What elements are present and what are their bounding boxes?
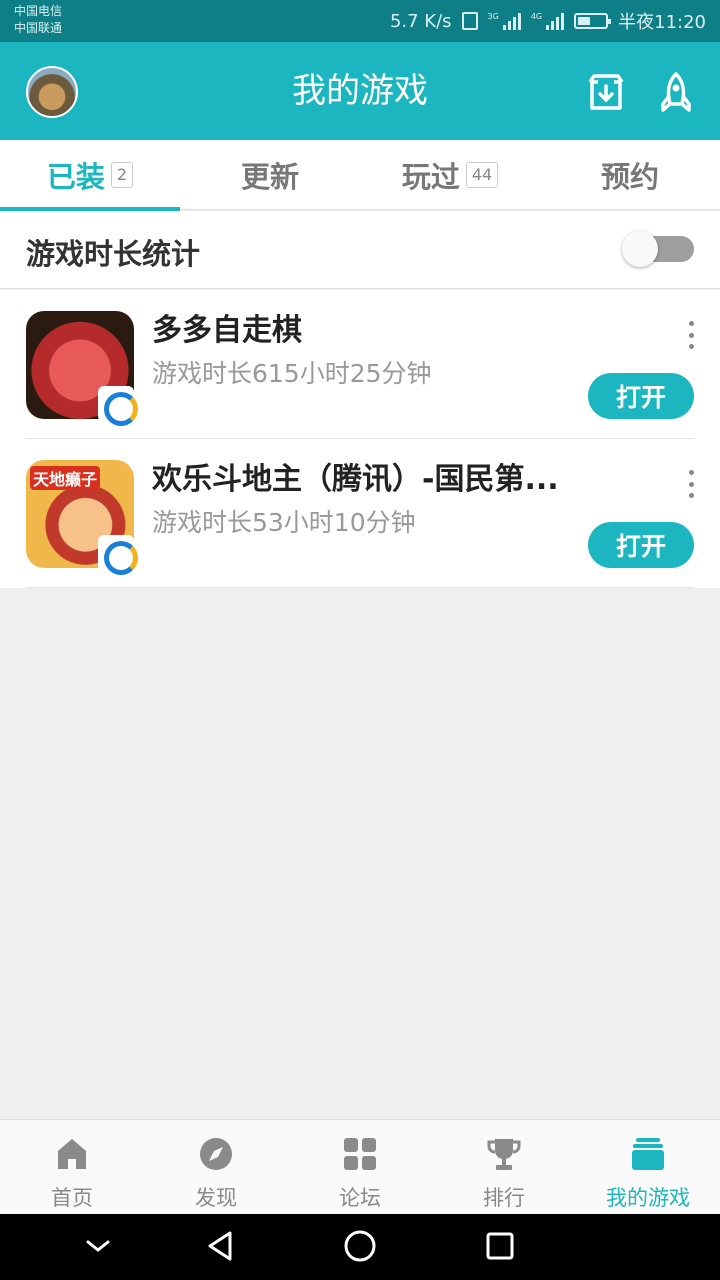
tab-count-badge: 44 (465, 162, 499, 188)
tab-label: 玩过 (401, 160, 460, 194)
tab-label: 预约 (600, 160, 659, 194)
battery-icon (574, 13, 612, 29)
status-indicators: 5.7 K/s 3G 4G 半夜11:20 (390, 0, 706, 42)
nav-label: 我的游戏 (606, 1186, 690, 1210)
network-speed: 5.7 K/s (389, 10, 452, 32)
nav-item-my-games[interactable]: 我的游戏 (576, 1120, 720, 1215)
home-circle-icon[interactable] (342, 1228, 378, 1264)
tencent-badge-icon (98, 535, 138, 575)
nav-label: 论坛 (339, 1186, 381, 1210)
grid-icon (344, 1138, 376, 1170)
divider (26, 587, 694, 588)
status-bar: 中国电信 中国联通 5.7 K/s 3G 4G 半夜11:20 (0, 0, 720, 42)
game-name: 欢乐斗地主（腾讯）-国民第... (152, 462, 559, 497)
app-header: 我的游戏 (0, 42, 720, 140)
tencent-badge-icon (98, 386, 138, 426)
playtime-stats-label: 游戏时长统计 (26, 237, 201, 271)
home-icon (58, 1139, 86, 1169)
list-item[interactable]: 多多自走棋 游戏时长615小时25分钟 打开 (0, 290, 720, 439)
signal-3g-icon: 3G (488, 12, 521, 30)
clock: 半夜11:20 (618, 12, 706, 33)
playtime-stats-row: 游戏时长统计 (0, 211, 720, 289)
game-box-icon (632, 1138, 664, 1170)
recents-icon[interactable] (482, 1228, 518, 1264)
game-playtime: 游戏时长53小时10分钟 (152, 508, 416, 537)
open-button[interactable]: 打开 (588, 522, 694, 568)
carrier-2: 中国联通 (14, 21, 63, 35)
open-button[interactable]: 打开 (588, 373, 694, 419)
battery-level (578, 17, 591, 25)
nav-item-home[interactable]: 首页 (0, 1120, 144, 1215)
signal-4g-icon: 4G (530, 12, 565, 30)
carrier-1: 中国电信 (14, 4, 63, 18)
toggle-knob[interactable] (622, 231, 658, 267)
compass-icon (200, 1138, 232, 1170)
tab-bar: 已装 2 更新 玩过 44 预约 (0, 140, 720, 211)
game-playtime: 游戏时长615小时25分钟 (152, 359, 432, 388)
system-navigation-bar (0, 1214, 720, 1280)
tab-updates[interactable]: 更新 (180, 140, 360, 210)
nav-label: 排行 (483, 1186, 525, 1210)
rocket-icon[interactable] (656, 70, 696, 114)
back-icon[interactable] (202, 1228, 238, 1264)
tab-installed[interactable]: 已装 2 (0, 140, 180, 211)
nav-item-ranking[interactable]: 排行 (432, 1120, 576, 1215)
tab-label: 更新 (240, 160, 299, 194)
nav-item-discover[interactable]: 发现 (144, 1120, 288, 1215)
nav-label: 首页 (51, 1186, 93, 1210)
chevron-down-icon[interactable] (80, 1228, 116, 1264)
network-tag-3g: 3G (487, 12, 499, 21)
tab-played[interactable]: 玩过 44 (360, 140, 540, 210)
download-icon[interactable] (586, 70, 626, 114)
bottom-navigation: 首页 发现 论坛 排行 我的游戏 (0, 1119, 720, 1214)
nav-label: 发现 (195, 1186, 237, 1210)
tab-count-badge: 2 (110, 162, 134, 188)
installed-games-list: 多多自走棋 游戏时长615小时25分钟 打开 天地癞子 欢乐斗地主（腾讯）-国民… (0, 290, 720, 588)
game-icon-label: 天地癞子 (30, 466, 101, 490)
network-tag-4g: 4G (530, 12, 543, 21)
tab-reserved[interactable]: 预约 (540, 140, 720, 210)
carrier-info: 中国电信 中国联通 (14, 3, 62, 37)
more-options-icon[interactable] (684, 470, 698, 498)
trophy-icon (487, 1139, 521, 1170)
more-options-icon[interactable] (684, 321, 698, 349)
list-item[interactable]: 天地癞子 欢乐斗地主（腾讯）-国民第... 游戏时长53小时10分钟 打开 (0, 439, 720, 588)
vibrate-icon (461, 12, 478, 30)
nav-item-forum[interactable]: 论坛 (288, 1120, 432, 1215)
tab-label: 已装 (46, 160, 105, 194)
game-name: 多多自走棋 (152, 313, 302, 348)
